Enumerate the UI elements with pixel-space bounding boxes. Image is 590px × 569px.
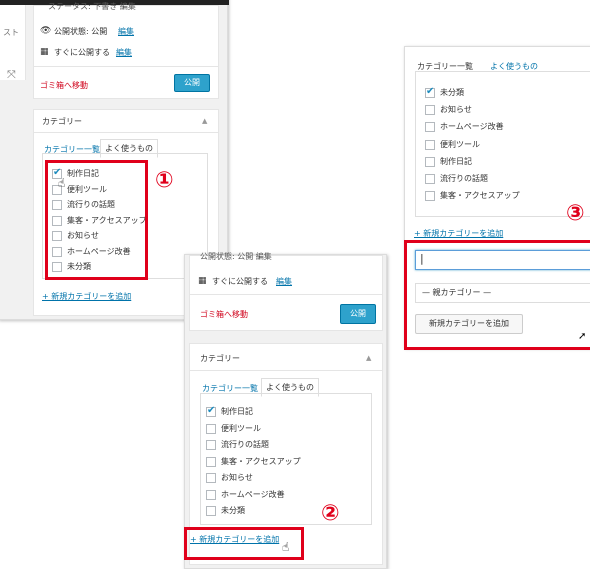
category-checkbox[interactable]	[425, 86, 435, 98]
category-label: お知らせ	[440, 105, 472, 115]
category-checkbox[interactable]	[206, 473, 216, 483]
move-to-trash-link[interactable]: ゴミ箱へ移動	[40, 82, 88, 90]
category-box-title: カテゴリー	[200, 354, 240, 363]
status-row: ステータス: 下書き 編集	[48, 2, 136, 11]
step-marker-2: ②	[321, 501, 340, 526]
collapse-arrow-icon[interactable]: ▲	[202, 118, 207, 125]
category-label: お知らせ	[221, 473, 253, 482]
category-checkbox[interactable]	[425, 122, 435, 133]
category-label: 流行りの話題	[221, 440, 269, 449]
publish-time-edit-link[interactable]: 編集	[116, 49, 132, 57]
expand-icon[interactable]: ⤧	[7, 69, 16, 80]
category-label: 集客・アクセスアップ	[221, 456, 301, 466]
category-label: 制作日記	[440, 156, 472, 166]
visibility-row: 公開状態: 公開 編集	[200, 252, 272, 261]
category-checkbox[interactable]	[425, 156, 435, 167]
publish-time-edit-link[interactable]: 編集	[276, 278, 292, 286]
divider	[190, 370, 382, 371]
category-label: 未分類	[221, 506, 245, 515]
publish-button[interactable]: 公開	[340, 304, 376, 324]
category-checkbox[interactable]	[206, 405, 216, 417]
publish-time-label: すぐに公開する	[54, 48, 110, 57]
publish-button[interactable]: 公開	[174, 74, 210, 92]
arrow-cursor-icon: ➚	[578, 331, 587, 342]
publish-box: 公開状態: 公開 編集 ▦ すぐに公開する 編集 ゴミ箱へ移動 公開	[189, 252, 383, 331]
category-label: ホームページ改善	[221, 489, 285, 499]
category-label: 流行りの話題	[440, 174, 488, 183]
calendar-icon: ▦	[198, 276, 207, 286]
new-category-input[interactable]	[415, 250, 590, 270]
category-label: 未分類	[440, 88, 464, 97]
step-marker-3: ③	[566, 201, 585, 226]
visibility-edit-link[interactable]: 編集	[118, 28, 134, 36]
category-label: 便利ツール	[440, 139, 480, 149]
category-box-title: カテゴリー	[42, 117, 82, 126]
editor-strip: スト ⤧	[0, 5, 26, 80]
collapse-arrow-icon[interactable]: ▲	[366, 355, 371, 362]
calendar-icon: ▦	[40, 47, 49, 57]
divider	[34, 66, 218, 67]
category-checkbox[interactable]	[425, 174, 435, 184]
publish-box: ステータス: 下書き 編集 👁 公開状態: 公開 編集 ▦ すぐに公開する 編集…	[33, 2, 219, 99]
move-to-trash-link[interactable]: ゴミ箱へ移動	[200, 311, 248, 319]
step-marker-1: ①	[155, 168, 174, 193]
add-new-category-button[interactable]: 新規カテゴリーを追加	[415, 314, 523, 334]
category-checkbox[interactable]	[425, 139, 435, 150]
category-checkbox[interactable]	[425, 191, 435, 202]
visibility-label: 公開状態: 公開	[54, 27, 108, 36]
divider	[190, 294, 382, 295]
category-checkbox[interactable]	[206, 489, 216, 500]
category-checkbox[interactable]	[206, 456, 216, 467]
category-checkbox[interactable]	[206, 423, 216, 434]
eye-icon: 👁	[40, 26, 52, 36]
add-new-category-link-step3[interactable]: + 新規カテゴリーを追加	[414, 230, 503, 238]
divider	[34, 132, 218, 133]
publish-time-label: すぐに公開する	[212, 277, 268, 286]
hand-cursor-icon: ☝	[282, 540, 290, 554]
pointer-cursor-icon: ☝	[58, 176, 66, 190]
editor-tab-text: スト	[3, 28, 19, 37]
category-checkbox[interactable]	[206, 506, 216, 516]
category-label: 制作日記	[221, 407, 253, 416]
category-checkbox[interactable]	[425, 105, 435, 116]
category-checkbox[interactable]	[206, 440, 216, 450]
category-label: 集客・アクセスアップ	[440, 191, 520, 201]
category-label: ホームページ改善	[440, 122, 504, 132]
category-label: 便利ツール	[221, 423, 261, 433]
add-new-category-link[interactable]: + 新規カテゴリーを追加	[42, 293, 131, 301]
text-caret: |	[420, 252, 424, 265]
parent-category-select[interactable]: — 親カテゴリー —	[415, 283, 590, 303]
